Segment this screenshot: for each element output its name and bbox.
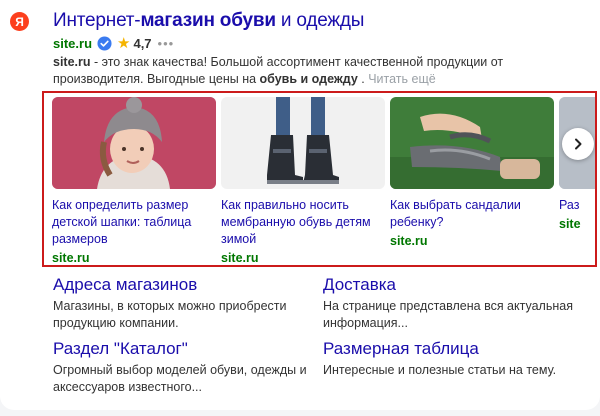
thumbnail-winter-boots — [221, 97, 385, 189]
star-icon: ★ — [117, 34, 131, 52]
title-bold: магазин обуви — [140, 10, 276, 31]
carousel-item-site: site.ru — [52, 251, 90, 265]
image-carousel: Как определить размер детской шапки: таб… — [42, 91, 597, 267]
verified-icon — [97, 35, 112, 51]
sitelink-title[interactable]: Размерная таблица — [323, 339, 583, 359]
title-part: и одежды — [275, 10, 365, 31]
carousel-item-title[interactable]: Как определить размер детской шапки: таб… — [52, 197, 216, 248]
snippet-bold: обувь и одежду — [259, 72, 358, 86]
result-meta: site.ru ★ 4,7 ••• — [53, 34, 174, 52]
sitelink-stores[interactable]: Адреса магазинов Магазины, в которых мож… — [53, 275, 313, 332]
snippet-site: site.ru — [53, 55, 91, 69]
title-part: Интернет- — [53, 10, 141, 31]
carousel-item-site: site — [559, 217, 581, 231]
sitelink-desc: Огромный выбор моделей обуви, одежды и а… — [53, 363, 307, 394]
thumbnail-sandals — [390, 97, 554, 189]
result-snippet: site.ru - это знак качества! Большой асс… — [53, 54, 578, 88]
carousel-item[interactable]: Как правильно носить мембранную обувь де… — [221, 97, 385, 265]
result-title-link[interactable]: Интернет-магазин обуви и одежды — [53, 10, 364, 32]
sitelink-title[interactable]: Доставка — [323, 275, 583, 295]
carousel-item[interactable]: Раз site — [559, 97, 595, 231]
carousel-item-title[interactable]: Как выбрать сандалии ребенку? — [390, 197, 554, 231]
sitelink-desc: На странице представлена вся актуальная … — [323, 299, 573, 330]
sitelink-title[interactable]: Адреса магазинов — [53, 275, 313, 295]
read-more-link[interactable]: Читать ещё — [368, 72, 435, 86]
sitelink-catalog[interactable]: Раздел "Каталог" Огромный выбор моделей … — [53, 339, 313, 396]
thumbnail-girl-hat — [52, 97, 216, 189]
site-url[interactable]: site.ru — [53, 36, 92, 51]
yandex-logo-icon: Я — [10, 12, 29, 31]
snippet-text: . — [357, 72, 369, 86]
carousel-item-title[interactable]: Раз — [559, 197, 595, 214]
carousel-next-button[interactable] — [562, 128, 594, 160]
carousel-item[interactable]: Как определить размер детской шапки: таб… — [52, 97, 216, 265]
rating-value[interactable]: 4,7 — [133, 36, 151, 51]
search-result-card: Я Интернет-магазин обуви и одежды site.r… — [0, 0, 600, 410]
more-options-icon[interactable]: ••• — [158, 36, 175, 51]
sitelink-delivery[interactable]: Доставка На странице представлена вся ак… — [323, 275, 583, 332]
carousel-item-title[interactable]: Как правильно носить мембранную обувь де… — [221, 197, 385, 248]
sitelink-desc: Магазины, в которых можно приобрести про… — [53, 299, 287, 330]
carousel-item-site: site.ru — [390, 234, 428, 248]
chevron-right-icon — [575, 138, 582, 150]
carousel-item-site: site.ru — [221, 251, 259, 265]
carousel-item[interactable]: Как выбрать сандалии ребенку? site.ru — [390, 97, 554, 248]
sitelink-desc: Интересные и полезные статьи на тему. — [323, 363, 557, 377]
sitelink-size-table[interactable]: Размерная таблица Интересные и полезные … — [323, 339, 583, 379]
sitelink-title[interactable]: Раздел "Каталог" — [53, 339, 313, 359]
